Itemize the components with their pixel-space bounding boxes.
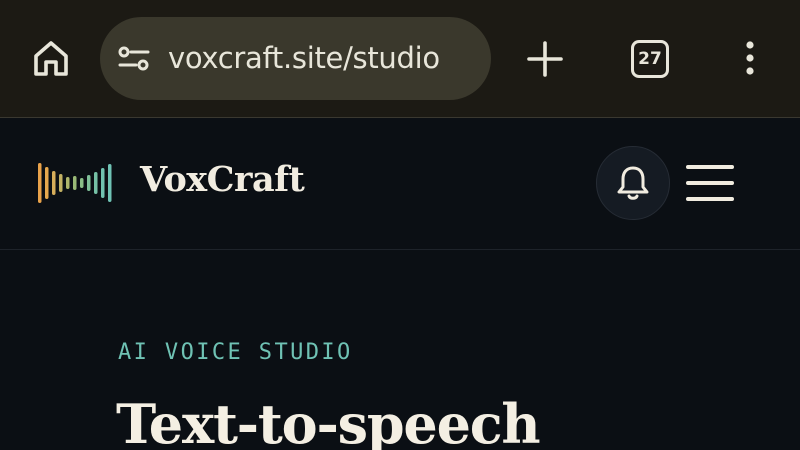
browser-toolbar: voxcraft.site/studio 27 [0,0,800,118]
home-icon[interactable] [30,38,72,80]
hamburger-icon[interactable] [686,165,734,201]
hero-title: Text-to-speech [116,392,541,450]
tune-icon[interactable] [118,45,150,73]
plus-icon[interactable] [526,40,564,78]
tab-count: 27 [638,49,662,69]
notifications-button[interactable] [596,146,670,220]
site-header: VoxCraft [0,119,800,250]
more-vert-icon[interactable] [740,40,760,80]
tab-switcher-icon[interactable]: 27 [631,40,669,78]
address-bar[interactable]: voxcraft.site/studio [100,17,491,100]
bell-icon [617,166,649,200]
hero-eyebrow: AI VOICE STUDIO [118,340,353,365]
url-text[interactable]: voxcraft.site/studio [168,41,440,75]
brand-name[interactable]: VoxCraft [140,159,305,200]
waveform-logo[interactable] [38,161,118,205]
